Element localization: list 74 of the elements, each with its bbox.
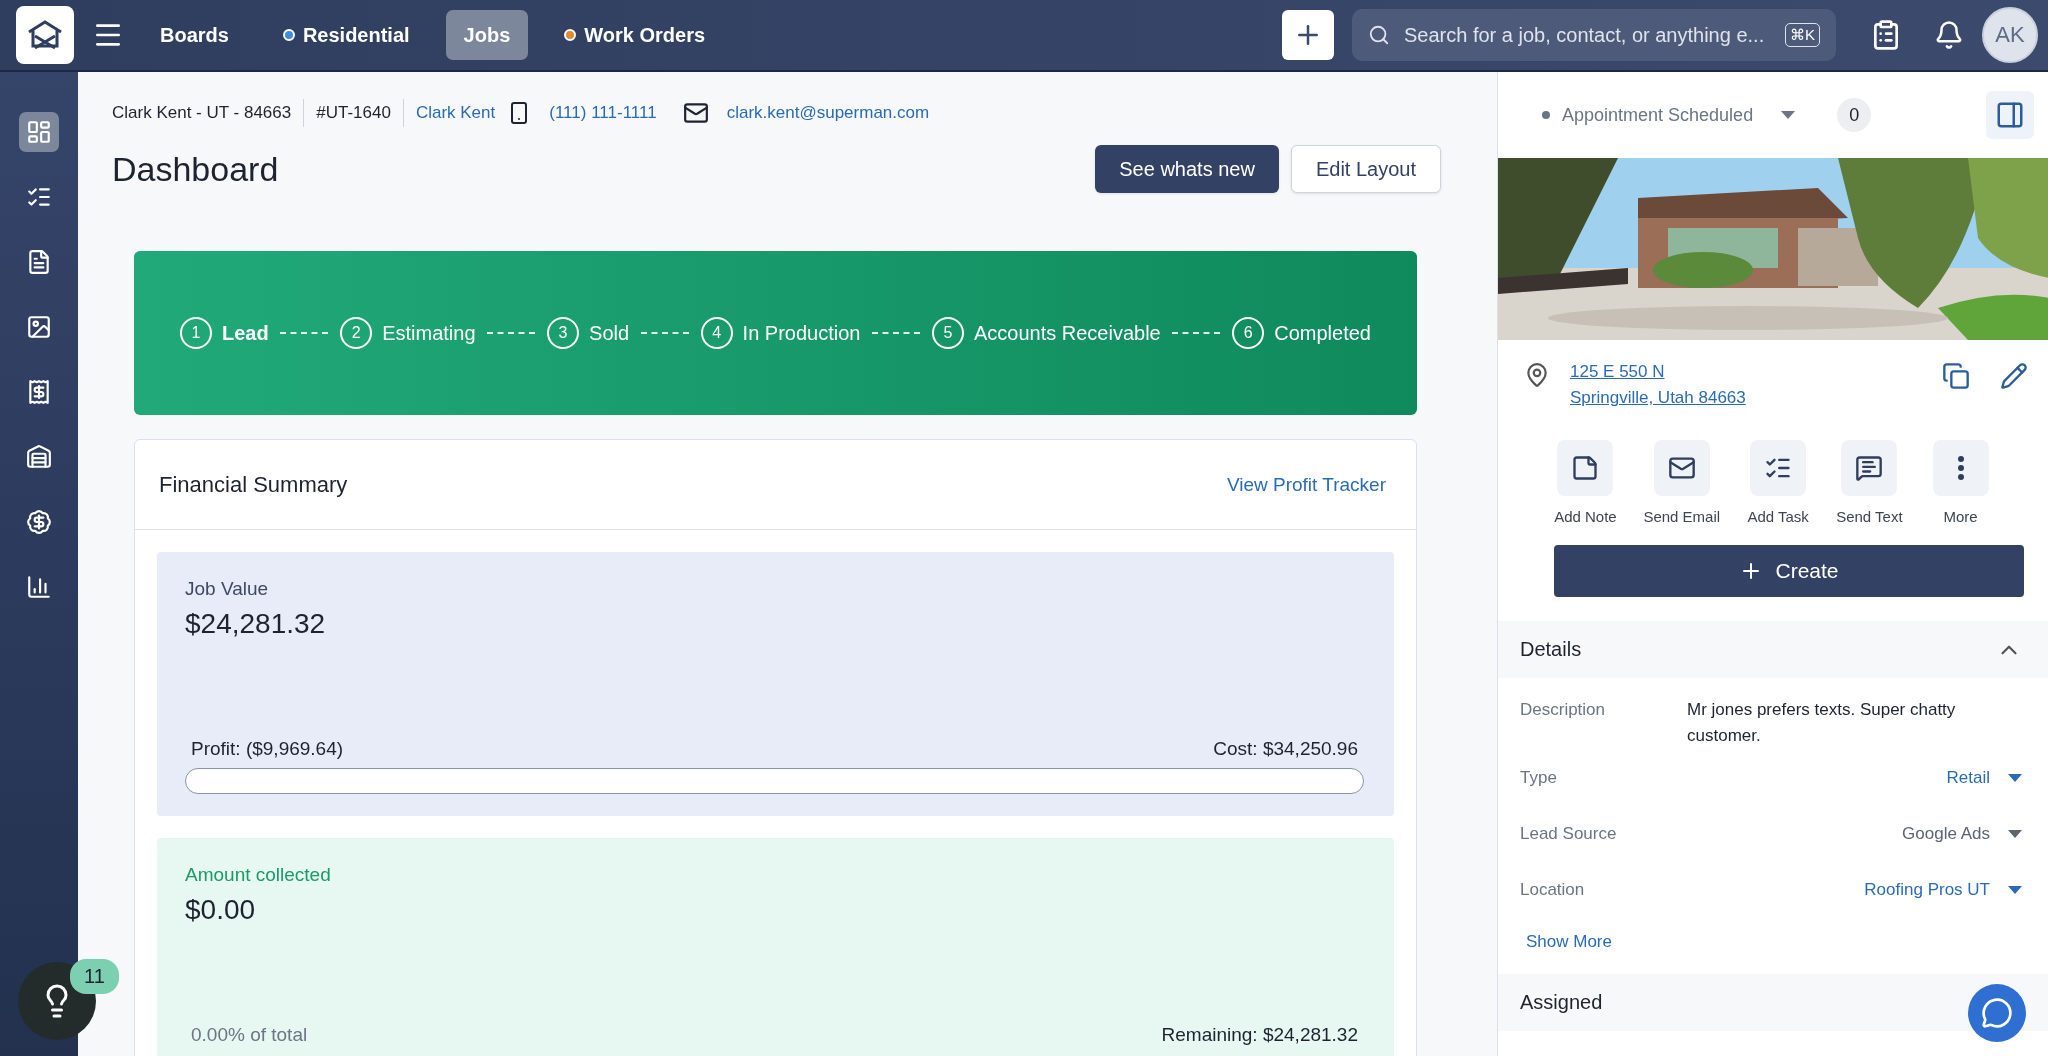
nav-tab[interactable]: Residential (264, 10, 428, 60)
profit-text: Profit: ($9,969.64) (191, 738, 344, 760)
search-field[interactable]: Search for a job, contact, or anything e... ⌘K (1352, 9, 1836, 61)
tile-label: Job Value (185, 578, 270, 600)
nav-tab[interactable]: Work Orders (546, 10, 724, 60)
phone-link[interactable]: (111) 111-1111 (549, 103, 657, 123)
stage-step[interactable]: 6 Completed (1232, 317, 1371, 349)
email-link[interactable]: clark.kent@superman.com (726, 103, 930, 123)
nav-tab[interactable]: Jobs (445, 10, 529, 60)
nav-icon (26, 509, 52, 535)
percent-text: 0.00% of total (191, 1024, 308, 1046)
nav-icon (26, 249, 52, 275)
copy-icon[interactable] (1942, 362, 1970, 390)
cost-text: Cost: $34,250.96 (1213, 738, 1358, 760)
field-label: Description (1520, 700, 1607, 720)
chat-icon (1981, 997, 2013, 1029)
stage-step[interactable]: 2 Estimating (340, 317, 476, 349)
field-dropdown[interactable]: Google Ads (1902, 824, 2022, 844)
status-dropdown[interactable]: Appointment Scheduled (1536, 103, 1802, 127)
message-icon (1855, 454, 1884, 482)
stage-step[interactable]: 4 In Production (700, 317, 861, 349)
avatar[interactable]: AK (1982, 7, 2038, 63)
field-dropdown[interactable]: Retail (1946, 768, 2022, 788)
help-count-badge: 11 (70, 959, 119, 994)
nav-icon (26, 119, 52, 145)
stage-step[interactable]: 5 Accounts Receivable (931, 317, 1161, 349)
amount: $24,281.32 (185, 608, 327, 640)
field-label: Lead Source (1520, 824, 1618, 844)
address-link[interactable]: Springville, Utah 84663 (1570, 388, 1922, 408)
nav-tab[interactable]: Boards (142, 10, 247, 60)
email-icon (682, 100, 709, 126)
location-icon (1524, 362, 1550, 388)
address-link[interactable]: 125 E 550 N (1570, 362, 1922, 382)
details-header[interactable]: Details (1498, 621, 2048, 678)
page-title: Dashboard (112, 149, 280, 189)
whats-new-button[interactable]: See whats new (1095, 145, 1279, 193)
create-button[interactable]: Create (1554, 545, 2024, 597)
field-label: Type (1520, 768, 1558, 788)
nav-icon (26, 379, 52, 405)
field-dropdown[interactable]: Roofing Pros UT (1864, 880, 2022, 900)
nav-icon (26, 444, 52, 470)
more-icon (1957, 456, 1964, 480)
job-name: Clark Kent - UT - 84663 (112, 103, 292, 123)
stage-step[interactable]: 1 Lead (180, 317, 269, 349)
note-icon (1571, 454, 1600, 482)
profit-tracker-link[interactable]: View Profit Tracker (1226, 473, 1386, 496)
search-icon (1368, 24, 1390, 46)
field-value: Mr jones prefers texts. Super chatty customer. (1687, 699, 1957, 747)
action-button[interactable]: Send Email (1643, 440, 1721, 525)
section-title: Details (1520, 638, 1582, 661)
nav-icon (26, 314, 52, 340)
field-label: Location (1520, 880, 1586, 900)
section-title: Assigned (1520, 991, 1603, 1014)
show-more-link[interactable]: Show More (1526, 932, 2048, 952)
card-title: Financial Summary (159, 471, 348, 498)
edit-icon[interactable] (2000, 362, 2028, 390)
stage-step[interactable]: 3 Sold (547, 317, 630, 349)
notifications-icon[interactable] (1934, 20, 1964, 50)
panel-toggle-button[interactable] (1986, 91, 2034, 139)
sidebar-button[interactable] (19, 112, 59, 152)
job-number: #UT-1640 (316, 103, 391, 123)
contact-link[interactable]: Clark Kent (415, 103, 496, 123)
assigned-header[interactable]: Assigned (1498, 974, 2048, 1031)
remaining-text: Remaining: $24,281.32 (1161, 1024, 1358, 1046)
edit-layout-button[interactable]: Edit Layout (1290, 145, 1441, 193)
amount: $0.00 (185, 894, 257, 926)
panel-icon (1995, 100, 2025, 130)
shortcut-key: ⌘K (1785, 23, 1820, 47)
add-button[interactable] (1282, 10, 1334, 60)
search-input[interactable]: Search for a job, contact, or anything e... (1402, 22, 1773, 48)
tile-label: Amount collected (185, 864, 332, 886)
logo-icon (16, 6, 74, 64)
nav-icon (26, 574, 52, 600)
count-badge: 0 (1837, 98, 1872, 132)
